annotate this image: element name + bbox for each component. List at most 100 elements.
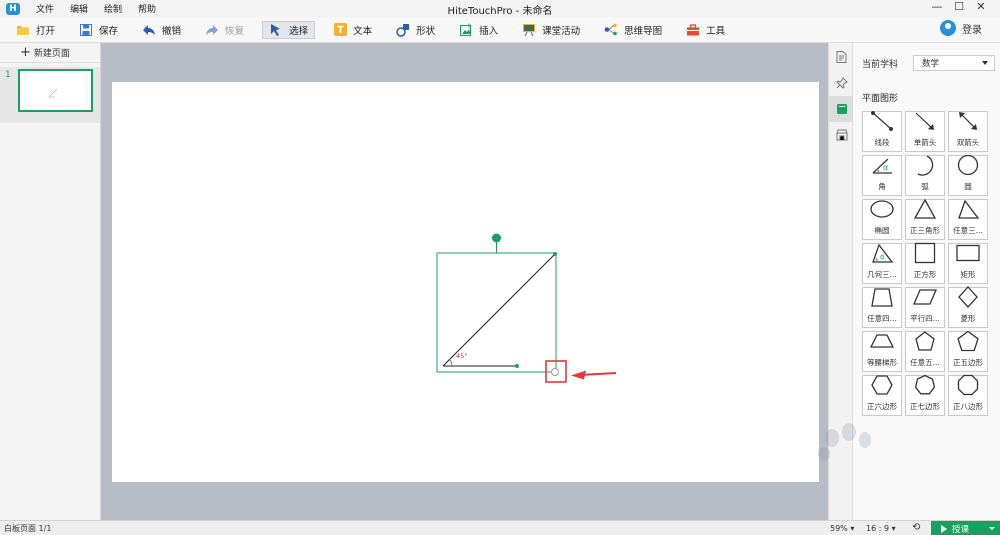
pin-tab[interactable]: [829, 70, 854, 96]
shape-tool-angle[interactable]: α角: [862, 155, 902, 196]
shape-label: 形状: [416, 25, 436, 37]
shape-tool-label: 正五边形: [953, 358, 983, 367]
plus-icon: +: [20, 45, 31, 60]
square-icon: [913, 242, 937, 269]
app-logo-icon: H: [6, 2, 20, 15]
main-toolbar: 打开 保存 撤销 恢复 选择 文本 形状 插入 课堂活动 思维导图 工具 登录: [0, 17, 1000, 43]
shape-tool-ellipse[interactable]: 椭圆: [862, 199, 902, 240]
shape-tool-square[interactable]: 正方形: [905, 242, 945, 284]
new-page-button[interactable]: + 新建页面: [0, 43, 100, 63]
open-button[interactable]: 打开: [10, 21, 61, 39]
arbitrary-triangle-icon: [956, 198, 980, 225]
shape-button[interactable]: 形状: [390, 21, 441, 39]
whiteboard-canvas[interactable]: 45°: [112, 82, 819, 482]
page-thumbnail[interactable]: [18, 69, 93, 112]
shape-tool-rhombus[interactable]: 菱形: [948, 286, 988, 328]
save-button[interactable]: 保存: [73, 21, 124, 39]
page-list-item[interactable]: 1: [0, 67, 100, 123]
lecture-button[interactable]: 授课: [931, 521, 1000, 535]
login-label: 登录: [962, 24, 982, 36]
shape-tool-rectangle[interactable]: 矩形: [948, 243, 988, 284]
chevron-down-icon[interactable]: [989, 527, 995, 530]
folder-icon: [16, 23, 30, 37]
login-button[interactable]: 登录: [940, 20, 982, 36]
shape-tool-single-arrow[interactable]: 单箭头: [905, 111, 945, 152]
text-label: 文本: [353, 25, 373, 37]
classroom-board-icon: [522, 23, 536, 37]
shape-tool-label: 等腰梯形: [867, 358, 897, 367]
select-button[interactable]: 选择: [262, 20, 316, 39]
angle-drawing[interactable]: 45°: [112, 82, 819, 482]
undo-button[interactable]: 撤销: [136, 21, 187, 39]
floppy-disk-icon: [79, 23, 93, 37]
parallelogram-icon: [912, 286, 938, 313]
regular-octagon-icon: [956, 374, 980, 401]
shape-tool-regular-heptagon[interactable]: 正七边形: [905, 374, 945, 416]
arc-icon: [913, 154, 937, 181]
shape-tool-arbitrary-triangle[interactable]: 任意三...: [948, 199, 988, 240]
rhombus-icon: [956, 286, 980, 313]
shape-tool-arbitrary-pentagon[interactable]: 任意五...: [905, 331, 945, 372]
rotate-icon[interactable]: ⟲: [912, 522, 920, 533]
shape-library-tab[interactable]: [829, 96, 854, 122]
maximize-icon[interactable]: ☐: [948, 0, 970, 13]
zoom-level[interactable]: 59% ▾: [830, 524, 854, 533]
insert-label: 插入: [479, 25, 499, 37]
pages-panel: + 新建页面 1: [0, 43, 101, 520]
shape-tool-equilateral-triangle[interactable]: 正三角形: [905, 198, 945, 240]
shape-tool-arc[interactable]: 弧: [905, 155, 945, 196]
angle-icon: α: [870, 154, 894, 181]
document-tab[interactable]: [829, 44, 854, 70]
line-segment-icon: [870, 110, 894, 137]
menu-file[interactable]: 文件: [36, 2, 54, 15]
shape-tool-label: 正八边形: [953, 402, 983, 411]
class-activity-label: 课堂活动: [542, 25, 581, 37]
resource-tab[interactable]: [829, 122, 854, 148]
shape-tool-label: 菱形: [960, 314, 976, 323]
class-activity-button[interactable]: 课堂活动: [516, 21, 586, 39]
arbitrary-quadrilateral-icon: [870, 286, 894, 313]
user-avatar-icon: [940, 20, 956, 36]
double-arrow-icon: [956, 110, 980, 137]
insert-button[interactable]: 插入: [453, 21, 504, 39]
equilateral-triangle-icon: [913, 198, 937, 225]
subject-dropdown[interactable]: 数学: [913, 55, 996, 71]
chevron-down-icon: [982, 61, 989, 65]
menu-help[interactable]: 帮助: [138, 2, 156, 15]
tools-label: 工具: [706, 25, 726, 37]
text-button[interactable]: 文本: [327, 21, 378, 39]
regular-pentagon-icon: [956, 330, 980, 357]
shape-tool-label: 弧: [921, 182, 929, 191]
shape-tool-line-segment[interactable]: 线段: [862, 111, 902, 152]
shape-tool-arbitrary-quadrilateral[interactable]: 任意四...: [862, 287, 902, 328]
shape-tool-parallelogram[interactable]: 平行四...: [905, 287, 945, 328]
redo-button[interactable]: 恢复: [199, 21, 250, 39]
shape-tool-regular-pentagon[interactable]: 正五边形: [948, 330, 988, 372]
watermark-logo: [818, 423, 871, 461]
page-number: 1: [5, 70, 11, 80]
shape-tool-regular-octagon[interactable]: 正八边形: [948, 374, 988, 416]
aspect-ratio[interactable]: 16 : 9 ▾: [866, 524, 896, 533]
redo-label: 恢复: [225, 25, 245, 37]
tools-button[interactable]: 工具: [680, 21, 731, 39]
rectangle-icon: [955, 242, 981, 269]
regular-heptagon-icon: [913, 374, 937, 401]
menu-draw[interactable]: 绘制: [104, 2, 122, 15]
store-icon: [836, 129, 847, 141]
close-icon[interactable]: ✕: [970, 0, 992, 13]
shape-tool-double-arrow[interactable]: 双箭头: [948, 111, 988, 152]
shape-tool-label: 单箭头: [913, 138, 937, 147]
shape-tool-label: 任意三...: [953, 226, 983, 235]
menu-edit[interactable]: 编辑: [70, 2, 88, 15]
subject-label: 当前学科: [862, 59, 899, 70]
shape-tool-circle[interactable]: 圆: [948, 154, 988, 196]
shape-tool-geometric-triangle[interactable]: α 几何三...: [862, 243, 902, 284]
shape-tool-isosceles-trapezoid[interactable]: 等腰梯形: [862, 331, 902, 372]
shape-tool-label: 椭圆: [874, 226, 890, 235]
mindmap-button[interactable]: 思维导图: [598, 21, 668, 39]
shape-tool-regular-hexagon[interactable]: 正六边形: [862, 375, 902, 416]
arbitrary-pentagon-icon: [913, 330, 937, 357]
document-icon: [836, 51, 847, 63]
minimize-icon[interactable]: —: [926, 0, 948, 13]
window-controls: — ☐ ✕: [926, 0, 992, 13]
